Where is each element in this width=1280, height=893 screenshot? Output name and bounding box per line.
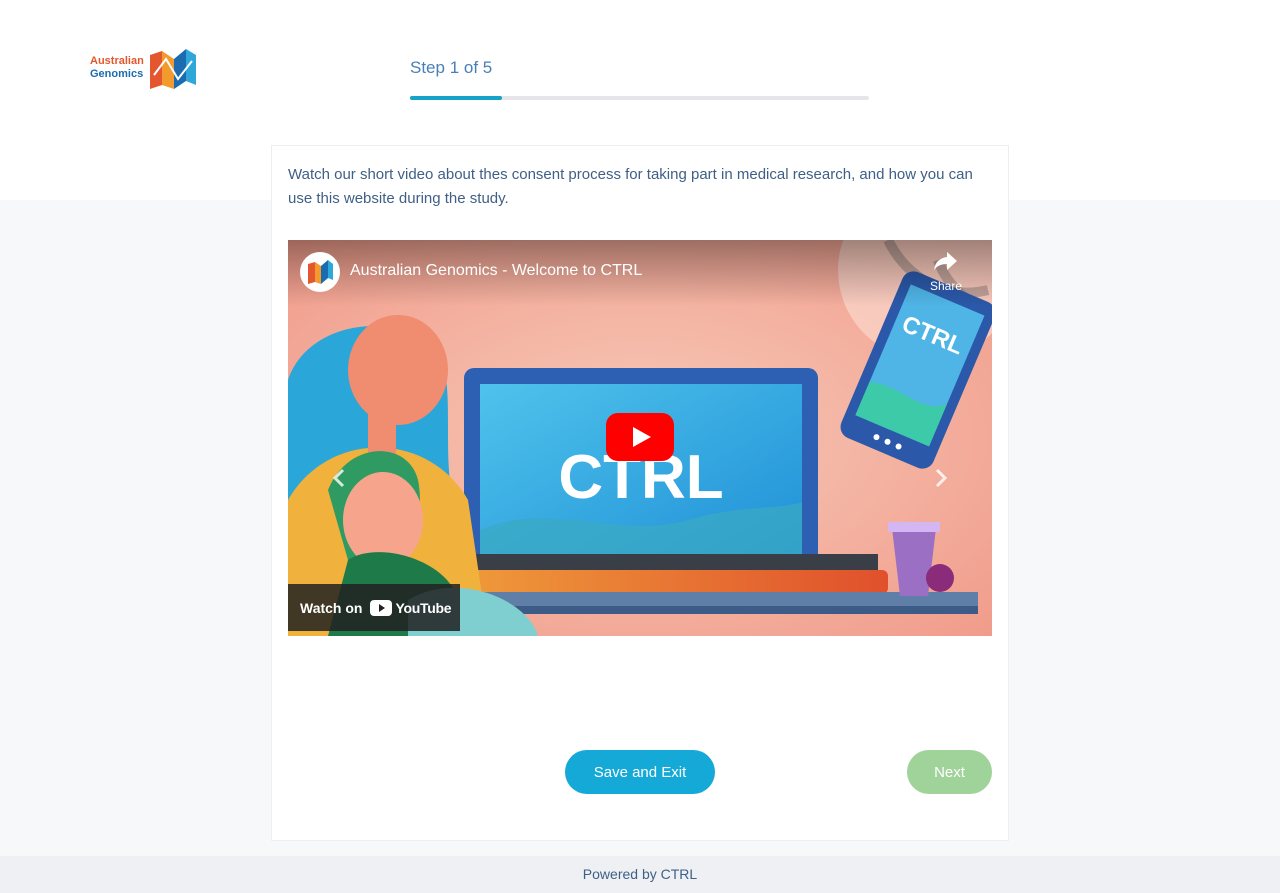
- channel-avatar[interactable]: [300, 252, 340, 292]
- save-and-exit-button[interactable]: Save and Exit: [565, 750, 715, 794]
- video-player[interactable]: CTRL CTRL Australian Genomics - Welcome …: [288, 240, 992, 636]
- share-button[interactable]: Share: [916, 250, 976, 302]
- video-title[interactable]: Australian Genomics - Welcome to CTRL: [350, 262, 642, 280]
- play-icon[interactable]: [606, 413, 674, 461]
- progress-bar: [410, 96, 869, 100]
- chevron-left-icon[interactable]: [328, 466, 352, 490]
- logo-line-1: Australian: [90, 55, 144, 67]
- logo[interactable]: Australian Genomics: [90, 44, 200, 92]
- australian-genomics-logo-icon: [149, 49, 196, 89]
- content-card: Watch our short video about thes consent…: [271, 145, 1009, 841]
- share-label: Share: [929, 279, 963, 293]
- progress-fill: [410, 96, 502, 100]
- chevron-right-icon[interactable]: [928, 466, 952, 490]
- channel-logo-icon: [308, 260, 333, 284]
- youtube-logo-icon: [370, 599, 393, 616]
- watch-on-youtube-button[interactable]: Watch on YouTube: [288, 584, 460, 631]
- logo-line-2: Genomics: [90, 68, 144, 80]
- youtube-wordmark: YouTube: [395, 599, 452, 616]
- intro-text: Watch our short video about thes consent…: [288, 166, 973, 207]
- step-indicator: Step 1 of 5: [410, 58, 493, 77]
- next-button[interactable]: Next: [907, 750, 992, 794]
- logo-text: Australian Genomics: [90, 55, 144, 81]
- watch-on-label: Watch on: [300, 599, 363, 616]
- footer: Powered by CTRL: [0, 856, 1280, 893]
- share-icon: [934, 252, 957, 270]
